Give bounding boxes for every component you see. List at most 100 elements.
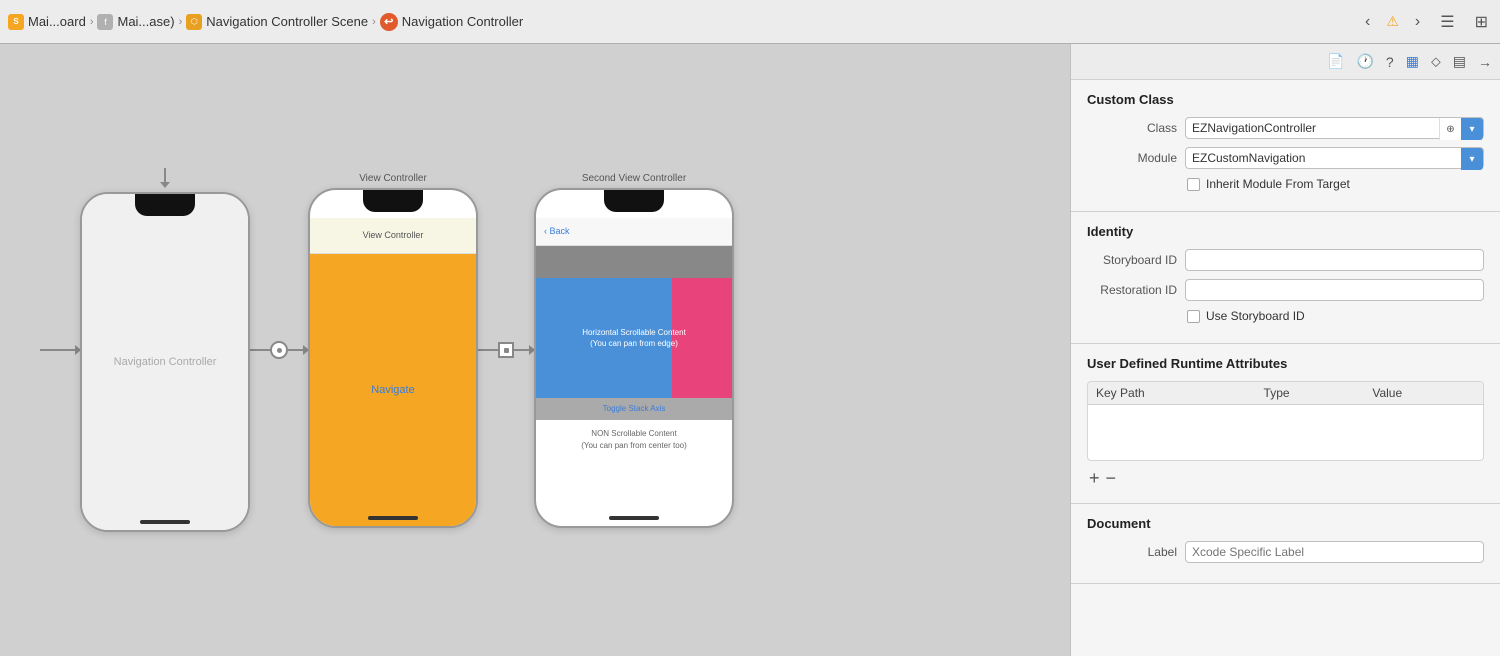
vc-body: Navigate [310,254,476,526]
entry-arrow [40,349,80,351]
add-remove-row: + − [1087,461,1484,491]
panel-file-btn[interactable]: 📄 [1327,53,1344,70]
restoration-id-row: Restoration ID [1087,279,1484,301]
connector-2 [478,342,534,358]
class-dropdown-btn[interactable]: ▾ [1461,118,1483,140]
phone-notch-3 [604,190,664,212]
svc-nav-bar: ‹ Back [536,218,732,246]
conn-square-2 [498,342,514,358]
col-type: Type [1256,382,1365,405]
custom-class-title: Custom Class [1087,92,1484,107]
home-bar-1 [140,520,190,524]
document-label-row: Label [1087,541,1484,563]
breadcrumb-nav-label: Navigation Controller [402,14,523,29]
scene-icon: ⬡ [186,14,202,30]
vc-phone-label: View Controller [359,173,427,184]
entry-arrow-line [40,349,80,351]
panel-help-btn[interactable]: ? [1386,54,1394,70]
remove-attribute-btn[interactable]: − [1104,469,1119,487]
panel-identity-btn[interactable]: ▦ [1406,53,1419,70]
nav-controller-phone[interactable]: Navigation Controller [80,192,250,532]
module-dropdown-btn[interactable]: ▾ [1461,148,1483,170]
home-bar-2 [368,516,418,520]
toolbar-right: ‹ ⚠ › ☰ ⊞ [1361,10,1492,34]
home-bar-3 [609,516,659,520]
prev-button[interactable]: ‹ [1361,11,1374,33]
breadcrumb-file-label: Mai...ase) [117,14,174,29]
attr-table: Key Path Type Value [1088,382,1483,405]
second-vc-wrapper: Second View Controller ‹ Back Horizontal… [534,173,734,528]
file-icon: f [97,14,113,30]
class-label: Class [1087,121,1177,135]
inherit-label: Inherit Module From Target [1206,177,1350,191]
second-vc-label: Second View Controller [582,173,686,184]
use-storyboard-checkbox[interactable] [1187,310,1200,323]
phone-notch-1 [135,194,195,216]
user-defined-section: User Defined Runtime Attributes Key Path… [1071,344,1500,504]
document-label-input[interactable] [1185,541,1484,563]
nav-controller-wrapper: Navigation Controller [80,168,250,532]
svc-toggle-bar: Toggle Stack Axis [536,398,732,420]
panel-slider-btn[interactable]: ▤ [1453,53,1466,70]
breadcrumb-item-file[interactable]: f Mai...ase) [97,14,174,30]
class-value: EZNavigationController [1192,121,1316,135]
vc-phone[interactable]: View Controller Navigate [308,188,478,528]
connector-1 [250,341,308,359]
inherit-checkbox[interactable] [1187,178,1200,191]
panel-pin-btn[interactable]: ⬦ [1431,53,1441,70]
main-toolbar: S Mai...oard › f Mai...ase) › ⬡ Navigati… [0,0,1500,44]
panel-arrow-btn[interactable]: → [1478,54,1492,70]
module-field-row: Module EZCustomNavigation ▾ [1087,147,1484,169]
restoration-id-input[interactable] [1185,279,1484,301]
add-editor-button[interactable]: ⊞ [1471,10,1492,34]
svc-white-section: NON Scrollable Content(You can pan from … [536,420,732,460]
custom-class-section: Custom Class Class EZNavigationControlle… [1071,80,1500,212]
breadcrumb: S Mai...oard › f Mai...ase) › ⬡ Navigati… [8,13,1361,31]
document-section: Document Label [1071,504,1500,584]
breadcrumb-sep-3: › [372,16,376,28]
module-input[interactable]: EZCustomNavigation ▾ [1185,147,1484,169]
next-button[interactable]: › [1411,11,1424,33]
use-storyboard-label: Use Storyboard ID [1206,309,1305,323]
svc-non-scrollable-text: NON Scrollable Content(You can pan from … [581,428,687,452]
module-value: EZCustomNavigation [1192,151,1305,165]
warning-icon: ⚠ [1386,13,1399,30]
restoration-id-label: Restoration ID [1087,283,1177,297]
add-attribute-btn[interactable]: + [1087,469,1102,487]
second-vc-phone[interactable]: ‹ Back Horizontal Scrollable Content(You… [534,188,734,528]
storyboard-icon: S [8,14,24,30]
panel-clock-btn[interactable]: 🕐 [1356,53,1373,70]
breadcrumb-sep-2: › [179,16,183,28]
svc-content: ‹ Back Horizontal Scrollable Content(You… [536,218,732,526]
svc-scrollable-text: Horizontal Scrollable Content(You can pa… [536,326,732,348]
class-input[interactable]: EZNavigationController ⊕ ▾ [1185,117,1484,139]
col-value: Value [1364,382,1483,405]
nav-icon: ↩ [380,13,398,31]
menu-button[interactable]: ☰ [1436,10,1458,34]
class-field-row: Class EZNavigationController ⊕ ▾ [1087,117,1484,139]
identity-title: Identity [1087,224,1484,239]
nav-phone-content: Navigation Controller [82,194,248,530]
canvas[interactable]: Navigation Controller View Controller Vi… [0,44,1070,656]
breadcrumb-storyboard-label: Mai...oard [28,14,86,29]
document-label-label: Label [1087,545,1177,559]
storyboard-id-label: Storyboard ID [1087,253,1177,267]
main-area: Navigation Controller View Controller Vi… [0,44,1500,656]
inherit-module-row: Inherit Module From Target [1187,177,1484,191]
storyboard-id-input[interactable] [1185,249,1484,271]
attr-table-area: Key Path Type Value [1087,381,1484,461]
breadcrumb-item-scene[interactable]: ⬡ Navigation Controller Scene [186,14,368,30]
breadcrumb-item-nav[interactable]: ↩ Navigation Controller [380,13,523,31]
svc-gray-bar [536,246,732,278]
use-storyboard-row: Use Storyboard ID [1187,309,1484,323]
nav-controller-label: Navigation Controller [114,356,217,368]
module-label: Module [1087,151,1177,165]
storyboard-id-row: Storyboard ID [1087,249,1484,271]
class-info-btn[interactable]: ⊕ [1439,118,1461,140]
breadcrumb-sep-1: › [90,16,94,28]
col-keypath: Key Path [1088,382,1256,405]
navigate-label: Navigate [371,384,414,396]
breadcrumb-item-storyboard[interactable]: S Mai...oard [8,14,86,30]
vc-content: View Controller Navigate [310,218,476,526]
document-title: Document [1087,516,1484,531]
